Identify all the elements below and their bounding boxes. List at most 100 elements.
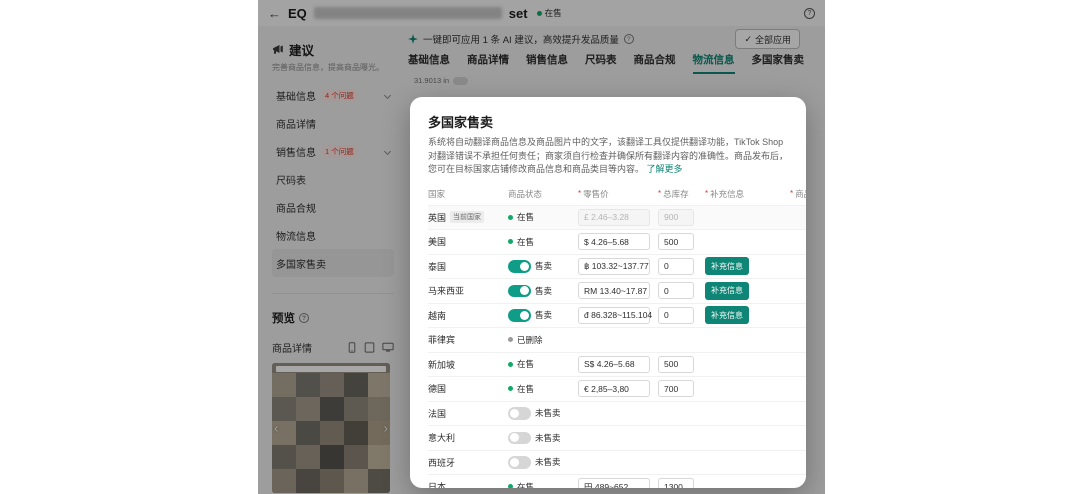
status-dot-icon: [508, 214, 513, 220]
supplement-info-button[interactable]: 补充信息: [705, 281, 749, 300]
status-cell: 售卖: [508, 284, 578, 297]
total-stock-input[interactable]: 500: [658, 233, 694, 251]
table-row-意大利: 意大利 未售卖: [428, 425, 806, 450]
total-stock-input[interactable]: 700: [658, 380, 694, 398]
country-cell: 越南: [428, 309, 508, 322]
status-label: 在售: [517, 383, 535, 394]
country-cell: 新加坡: [428, 358, 508, 371]
total-stock-input[interactable]: 0: [658, 257, 694, 275]
required-asterisk: *: [705, 189, 709, 198]
retail-price-input[interactable]: S$ 4.26–5.68: [578, 355, 650, 373]
sell-toggle[interactable]: [508, 309, 531, 322]
table-row-英国: 英国 当前国家 在售 £ 2.46–3.28 900: [428, 204, 806, 229]
price-cell: ฿ 103.32~137.77: [578, 257, 658, 275]
panel-description-text: 系统将自动翻译商品信息及商品图片中的文字，该翻译工具仅提供翻译功能，TikTok…: [428, 137, 789, 174]
status-cell: 售卖: [508, 309, 578, 322]
country-name: 马来西亚: [428, 286, 465, 297]
table-row-德国: 德国 在售 € 2,85–3,80 700: [428, 376, 806, 401]
stock-cell: 900: [658, 208, 705, 226]
column-header-总库存: * 总库存: [658, 188, 705, 200]
retail-price-input[interactable]: ฿ 103.32~137.77: [578, 257, 650, 275]
table-row-菲律宾: 菲律宾 已删除: [428, 327, 806, 352]
country-name: 德国: [428, 384, 447, 395]
status-label: 售卖: [535, 285, 553, 296]
status-cell: 在售: [508, 481, 578, 488]
column-header-label: 商品合规: [795, 188, 806, 199]
status-label: 已删除: [517, 334, 543, 345]
supplement-info-button[interactable]: 补充信息: [705, 306, 749, 325]
price-cell: € 2,85–3,80: [578, 380, 658, 398]
price-cell: S$ 4.26–5.68: [578, 355, 658, 373]
stock-cell: 0: [658, 282, 705, 300]
column-header-商品合规: *商品合规: [790, 188, 806, 200]
stock-cell: 700: [658, 380, 705, 398]
price-cell: £ 2.46–3.28: [578, 208, 658, 226]
supplement-info-button[interactable]: 补充信息: [705, 257, 749, 276]
required-asterisk: *: [578, 189, 582, 198]
learn-more-link[interactable]: 了解更多: [647, 164, 683, 174]
country-cell: 西班牙: [428, 456, 508, 469]
retail-price-input[interactable]: 円 489~652: [578, 478, 650, 488]
required-asterisk: *: [790, 189, 794, 198]
retail-price-input[interactable]: đ 86.328~115.104: [578, 306, 652, 324]
price-cell: RM 13.40~17.87: [578, 282, 658, 300]
country-name: 意大利: [428, 433, 456, 444]
table-row-马来西亚: 马来西亚 售卖 RM 13.40~17.87 0 补充信息: [428, 278, 806, 303]
toggle-knob: [510, 408, 519, 418]
toggle-knob: [520, 310, 529, 320]
toggle-knob: [510, 433, 519, 443]
column-header-国家: 国家: [428, 188, 508, 200]
country-name: 泰国: [428, 261, 447, 272]
sell-toggle[interactable]: [508, 407, 531, 420]
table-body: 英国 当前国家 在售 £ 2.46–3.28 900 美国 在售 $ 4.26–5.68 500…: [428, 204, 806, 488]
sell-toggle[interactable]: [508, 284, 531, 297]
status-cell: 在售: [508, 211, 578, 223]
status-cell: 售卖: [508, 260, 578, 273]
price-cell: đ 86.328~115.104: [578, 306, 658, 324]
column-header-商品状态: 商品状态: [508, 188, 578, 200]
country-cell: 菲律宾: [428, 333, 508, 346]
column-header-零售价: * 零售价: [578, 188, 658, 200]
column-header-label: 总库存: [663, 188, 689, 199]
retail-price-input: £ 2.46–3.28: [578, 208, 650, 226]
sell-toggle[interactable]: [508, 456, 531, 469]
country-name: 新加坡: [428, 359, 456, 370]
total-stock-input[interactable]: 500: [658, 355, 694, 373]
column-header-label: 补充信息: [710, 188, 745, 199]
country-table: 国家商品状态*零售价*总库存*补充信息*商品合规 英国当前国家在售£ 2.46–…: [410, 183, 806, 488]
total-stock-input[interactable]: 0: [658, 306, 694, 324]
sell-toggle[interactable]: [508, 431, 531, 444]
status-label: 在售: [517, 212, 535, 223]
status-label: 未售卖: [535, 408, 561, 419]
total-stock-input[interactable]: 0: [658, 282, 694, 300]
app-window: ← EQ set 在售 ? 一键即可应用 1 条 AI 建议，高效提升发品质量 …: [258, 0, 825, 494]
status-cell: 未售卖: [508, 407, 578, 420]
price-cell: $ 4.26–5.68: [578, 233, 658, 251]
retail-price-input[interactable]: RM 13.40~17.87: [578, 282, 650, 300]
retail-price-input[interactable]: € 2,85–3,80: [578, 380, 650, 398]
country-name: 菲律宾: [428, 335, 456, 346]
status-dot-icon: [508, 484, 513, 488]
retail-price-input[interactable]: $ 4.26–5.68: [578, 233, 650, 251]
country-cell: 法国: [428, 407, 508, 420]
status-dot-icon: [508, 239, 513, 245]
table-row-日本: 日本 在售 円 489~652 1300: [428, 474, 806, 488]
country-name: 越南: [428, 310, 447, 321]
sell-toggle[interactable]: [508, 260, 531, 273]
column-header-label: 商品状态: [508, 188, 543, 199]
status-cell: 未售卖: [508, 431, 578, 444]
table-header-row: 国家商品状态*零售价*总库存*补充信息*商品合规: [428, 183, 806, 205]
status-cell: 未售卖: [508, 456, 578, 469]
status-dot-icon: [508, 386, 513, 392]
country-cell: 泰国: [428, 260, 508, 273]
status-label: 在售: [517, 481, 535, 488]
column-header-补充信息: * 补充信息: [705, 188, 790, 200]
country-cell: 意大利: [428, 431, 508, 444]
panel-description: 系统将自动翻译商品信息及商品图片中的文字，该翻译工具仅提供翻译功能，TikTok…: [428, 136, 788, 177]
toggle-knob: [510, 457, 519, 467]
status-label: 未售卖: [535, 432, 561, 443]
total-stock-input[interactable]: 1300: [658, 478, 694, 488]
toggle-knob: [520, 286, 529, 296]
country-cell: 美国: [428, 235, 508, 248]
status-dot-icon: [508, 337, 513, 343]
